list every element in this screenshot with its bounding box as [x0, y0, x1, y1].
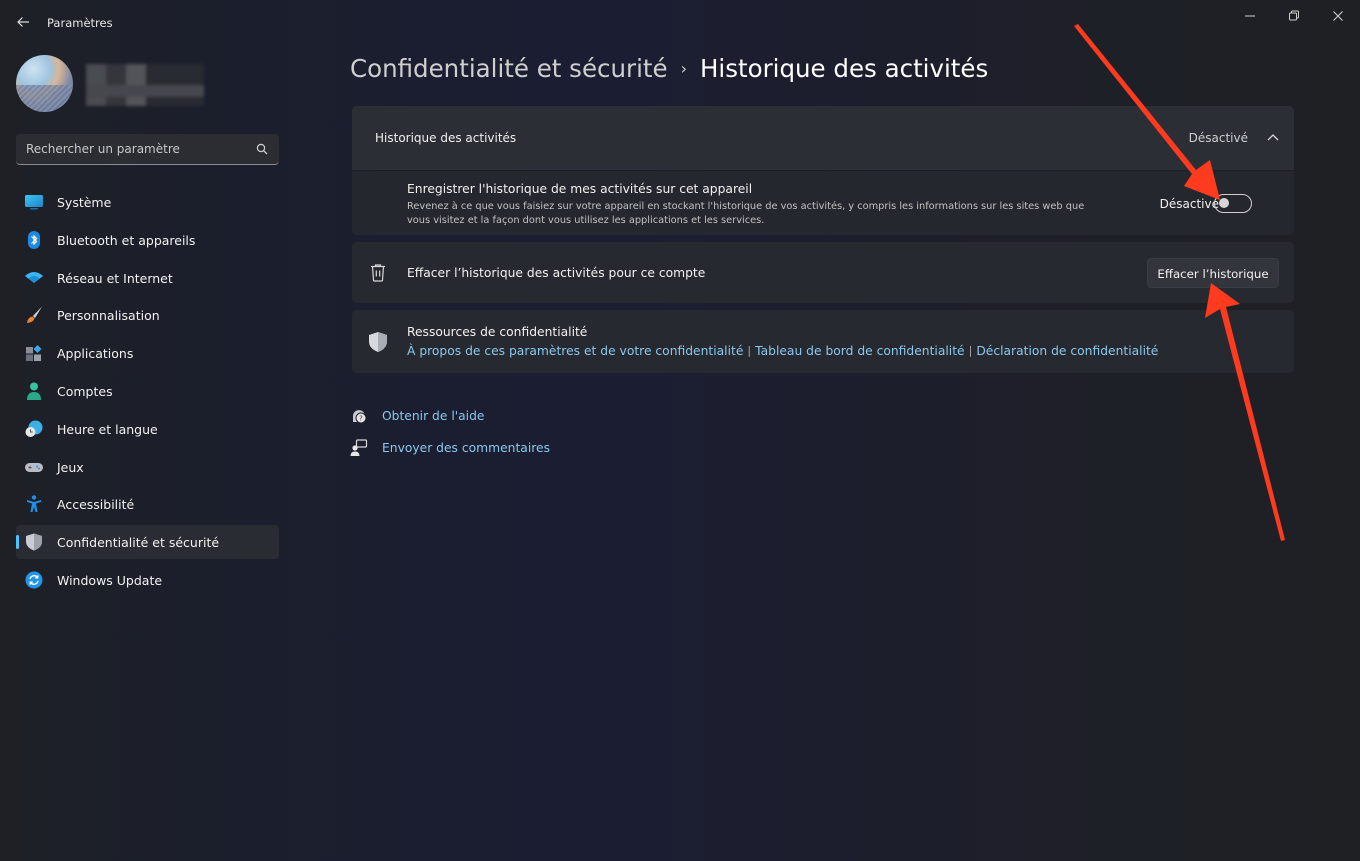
- sidebar-item-bluetooth[interactable]: Bluetooth et appareils: [16, 223, 279, 257]
- update-icon: [25, 571, 43, 589]
- sidebar-item-label: Applications: [57, 346, 134, 362]
- search-input[interactable]: Rechercher un paramètre: [26, 142, 180, 156]
- link-separator: |: [968, 344, 973, 357]
- sidebar-item-label: Jeux: [57, 459, 84, 475]
- sidebar-item-label: Windows Update: [57, 572, 163, 588]
- send-feedback-link[interactable]: Envoyer des commentaires: [382, 441, 550, 455]
- sidebar-item-label: Heure et langue: [57, 421, 158, 437]
- sidebar-item-label: Confidentialité et sécurité: [57, 535, 220, 551]
- help-icon: ?: [353, 410, 367, 424]
- setting-title: Enregistrer l'historique de mes activité…: [407, 182, 753, 196]
- close-button[interactable]: [1316, 5, 1360, 27]
- breadcrumb: Confidentialité et sécurité › Historique d…: [350, 54, 988, 83]
- sidebar-item-label: Réseau et Internet: [57, 270, 173, 286]
- sidebar-item-windows-update[interactable]: Windows Update: [16, 563, 279, 597]
- sidebar-item-reseau[interactable]: Réseau et Internet: [16, 261, 279, 295]
- record-history-setting: Enregistrer l'historique de mes activité…: [352, 171, 1294, 235]
- sidebar-item-heure-langue[interactable]: Heure et langue: [16, 412, 279, 446]
- accessibility-icon: [27, 495, 41, 513]
- profile-name-redacted: [86, 64, 204, 106]
- clock-globe-icon: [25, 420, 43, 437]
- link-separator: |: [747, 344, 752, 357]
- sidebar-item-jeux[interactable]: Jeux: [16, 450, 279, 484]
- get-help-link[interactable]: Obtenir de l'aide: [382, 409, 484, 423]
- bluetooth-icon: [28, 230, 40, 249]
- breadcrumb-separator: ›: [680, 59, 687, 78]
- expander-title: Historique des activités: [375, 131, 517, 145]
- search-icon: [256, 143, 268, 155]
- wifi-icon: [25, 271, 43, 283]
- activity-history-expander[interactable]: Historique des activités Désactivé: [352, 106, 1294, 170]
- record-history-toggle[interactable]: [1214, 194, 1252, 213]
- person-icon: [27, 382, 41, 400]
- breadcrumb-parent-link[interactable]: Confidentialité et sécurité: [350, 54, 668, 83]
- sidebar-item-applications[interactable]: Applications: [16, 336, 279, 370]
- sidebar-item-label: Système: [57, 195, 112, 210]
- monitor-icon: [25, 195, 43, 210]
- expander-status: Désactivé: [1188, 131, 1248, 145]
- sidebar-item-systeme[interactable]: Système: [16, 185, 279, 219]
- trash-icon: [371, 264, 385, 282]
- clear-history-button[interactable]: Effacer l’historique: [1147, 258, 1279, 288]
- sidebar-item-label: Accessibilité: [57, 497, 135, 513]
- restore-icon: [1289, 10, 1299, 21]
- sidebar-item-comptes[interactable]: Comptes: [16, 374, 279, 408]
- chevron-up-icon[interactable]: [1267, 133, 1279, 141]
- avatar: [16, 55, 73, 112]
- toggle-state-label: Désactivé: [1159, 197, 1219, 211]
- svg-text:?: ?: [359, 415, 363, 423]
- feedback-icon: [350, 439, 368, 456]
- minimize-icon: [1245, 15, 1255, 17]
- sidebar-item-label: Personnalisation: [57, 308, 160, 324]
- clear-history-setting: Effacer l’historique des activités pour …: [352, 242, 1294, 303]
- sidebar-item-accessibilite[interactable]: Accessibilité: [16, 487, 279, 521]
- back-button[interactable]: [14, 12, 32, 32]
- privacy-resources: Ressources de confidentialité À propos d…: [352, 310, 1294, 373]
- shield-icon: [26, 533, 42, 551]
- privacy-statement-link[interactable]: Déclaration de confidentialité: [976, 344, 1158, 358]
- sidebar-nav: Système Bluetooth et appareils Réseau et…: [16, 185, 279, 601]
- settings-search-box[interactable]: Rechercher un paramètre: [16, 134, 279, 165]
- restore-button[interactable]: [1272, 5, 1316, 27]
- sidebar-item-personnalisation[interactable]: Personnalisation: [16, 298, 279, 332]
- apps-icon: [26, 345, 42, 362]
- page-title: Historique des activités: [700, 54, 989, 83]
- minimize-button[interactable]: [1228, 5, 1272, 27]
- gamepad-icon: [25, 462, 43, 472]
- title-bar: Paramètres: [0, 0, 1360, 44]
- privacy-links: À propos de ces paramètres et de votre c…: [407, 344, 1158, 358]
- brush-icon: [27, 306, 42, 324]
- arrow-left-icon: [17, 17, 29, 27]
- sidebar-item-confidentialite[interactable]: Confidentialité et sécurité: [16, 525, 279, 560]
- sidebar-item-label: Bluetooth et appareils: [57, 232, 196, 248]
- privacy-resources-title: Ressources de confidentialité: [407, 325, 588, 339]
- shield-icon: [369, 332, 387, 352]
- clear-history-label: Effacer l’historique des activités pour …: [407, 266, 706, 280]
- privacy-dashboard-link[interactable]: Tableau de bord de confidentialité: [755, 344, 964, 358]
- sidebar-item-label: Comptes: [57, 383, 113, 399]
- toggle-knob: [1219, 198, 1229, 209]
- about-privacy-link[interactable]: À propos de ces paramètres et de votre c…: [407, 344, 743, 358]
- setting-description: Revenez à ce que vous faisiez sur votre …: [407, 201, 1085, 226]
- close-icon: [1333, 11, 1343, 21]
- app-title: Paramètres: [47, 16, 113, 30]
